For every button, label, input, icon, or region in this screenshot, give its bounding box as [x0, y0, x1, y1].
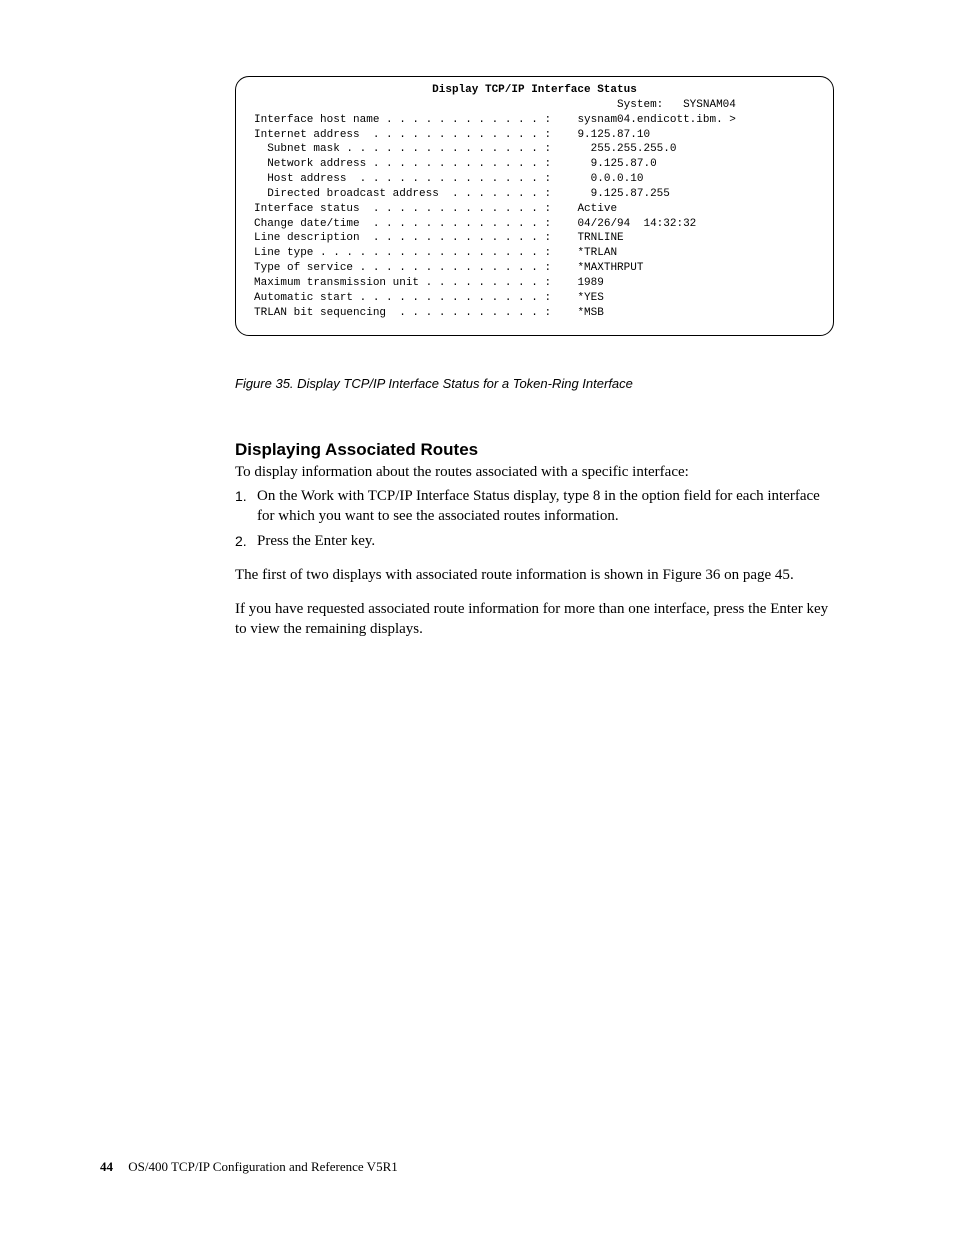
paragraph: If you have requested associated route i…	[235, 600, 834, 640]
terminal-title: Display TCP/IP Interface Status	[254, 83, 815, 98]
terminal-system-line: System: SYSNAM04	[254, 98, 815, 113]
section-heading: Displaying Associated Routes	[235, 439, 834, 461]
terminal-line: Maximum transmission unit . . . . . . . …	[254, 276, 815, 291]
page: Display TCP/IP Interface Status System: …	[0, 0, 954, 1235]
list-number: 2.	[235, 532, 257, 552]
body-text: Displaying Associated Routes To display …	[235, 439, 834, 640]
list-item: 1. On the Work with TCP/IP Interface Sta…	[235, 487, 834, 527]
terminal-line: Network address . . . . . . . . . . . . …	[254, 157, 815, 172]
terminal-line: Directed broadcast address . . . . . . .…	[254, 187, 815, 202]
intro-paragraph: To display information about the routes …	[235, 463, 834, 483]
ordered-list: 1. On the Work with TCP/IP Interface Sta…	[235, 487, 834, 552]
terminal-line: Interface host name . . . . . . . . . . …	[254, 113, 815, 128]
terminal-line: Line type . . . . . . . . . . . . . . . …	[254, 246, 815, 261]
list-text: On the Work with TCP/IP Interface Status…	[257, 487, 834, 527]
list-item: 2. Press the Enter key.	[235, 532, 834, 552]
terminal-line: Automatic start . . . . . . . . . . . . …	[254, 291, 815, 306]
text: The first of two displays with associate…	[235, 567, 662, 583]
terminal-panel: Display TCP/IP Interface Status System: …	[235, 76, 834, 336]
terminal-line: Host address . . . . . . . . . . . . . .…	[254, 172, 815, 187]
terminal-line: Type of service . . . . . . . . . . . . …	[254, 261, 815, 276]
terminal-line: Interface status . . . . . . . . . . . .…	[254, 202, 815, 217]
text: .	[790, 567, 794, 583]
doc-title: OS/400 TCP/IP Configuration and Referenc…	[128, 1159, 397, 1174]
page-link[interactable]: on page 45	[724, 567, 790, 583]
figure-link[interactable]: Figure 36	[662, 567, 720, 583]
terminal-line: Subnet mask . . . . . . . . . . . . . . …	[254, 142, 815, 157]
list-number: 1.	[235, 487, 257, 527]
paragraph: The first of two displays with associate…	[235, 566, 834, 586]
terminal-line: Internet address . . . . . . . . . . . .…	[254, 128, 815, 143]
list-text: Press the Enter key.	[257, 532, 375, 552]
figure-caption: Figure 35. Display TCP/IP Interface Stat…	[235, 376, 834, 391]
page-footer: 44 OS/400 TCP/IP Configuration and Refer…	[100, 1159, 398, 1175]
terminal-line: TRLAN bit sequencing . . . . . . . . . .…	[254, 306, 815, 321]
terminal-line: Change date/time . . . . . . . . . . . .…	[254, 217, 815, 232]
terminal-line: Line description . . . . . . . . . . . .…	[254, 231, 815, 246]
page-number: 44	[100, 1159, 113, 1174]
